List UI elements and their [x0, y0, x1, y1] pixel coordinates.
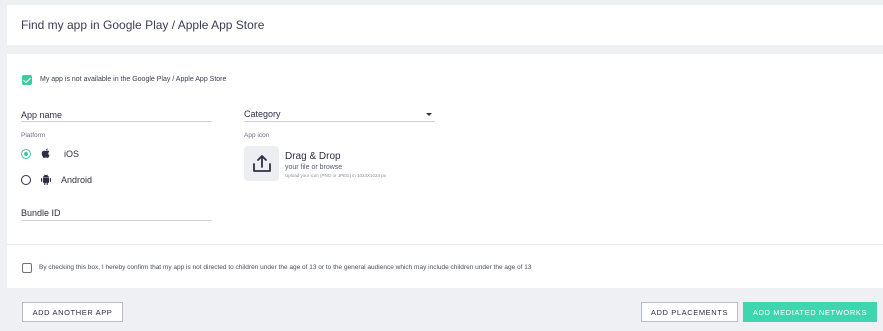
app-name-input[interactable]	[21, 121, 212, 122]
drag-drop-title: Drag & Drop	[285, 151, 341, 162]
section-divider	[7, 244, 883, 245]
radio-android[interactable]	[21, 175, 31, 185]
apple-icon	[41, 148, 50, 158]
radio-ios[interactable]	[21, 149, 31, 159]
add-mediated-networks-button[interactable]: ADD MEDIATED NETWORKS	[743, 302, 877, 322]
not-available-label: My app is not available in the Google Pl…	[40, 76, 227, 83]
ios-label: iOS	[64, 149, 80, 159]
android-icon	[41, 174, 51, 185]
app-icon-label: App icon	[244, 132, 270, 139]
find-my-app-title[interactable]: Find my app in Google Play / Apple App S…	[21, 18, 264, 32]
drag-drop-hint: Upload your icon (PNG or JPEG) in 1024X1…	[285, 173, 387, 178]
app-form-card: My app is not available in the Google Pl…	[7, 54, 883, 288]
platform-label: Platform	[21, 132, 46, 139]
app-name-label: App name	[21, 110, 63, 120]
add-placements-button[interactable]: ADD PLACEMENTS	[641, 302, 738, 322]
consent-label: By checking this box, I hereby confirm t…	[39, 264, 532, 271]
category-label: Category	[244, 109, 281, 119]
bundle-id-input[interactable]	[21, 220, 212, 221]
find-my-app-panel[interactable]: Find my app in Google Play / Apple App S…	[7, 5, 883, 45]
chevron-down-icon[interactable]	[425, 112, 433, 117]
app-icon-dropzone[interactable]	[244, 146, 279, 181]
not-available-checkbox[interactable]	[22, 75, 32, 85]
category-select[interactable]	[244, 121, 435, 122]
drag-drop-browse-link[interactable]: your file or browse	[285, 164, 342, 171]
add-another-app-button[interactable]: ADD ANOTHER APP	[22, 302, 123, 322]
upload-icon	[252, 154, 271, 172]
bundle-id-label: Bundle ID	[21, 208, 61, 218]
android-label: Android	[61, 175, 93, 185]
consent-checkbox[interactable]	[22, 263, 32, 273]
